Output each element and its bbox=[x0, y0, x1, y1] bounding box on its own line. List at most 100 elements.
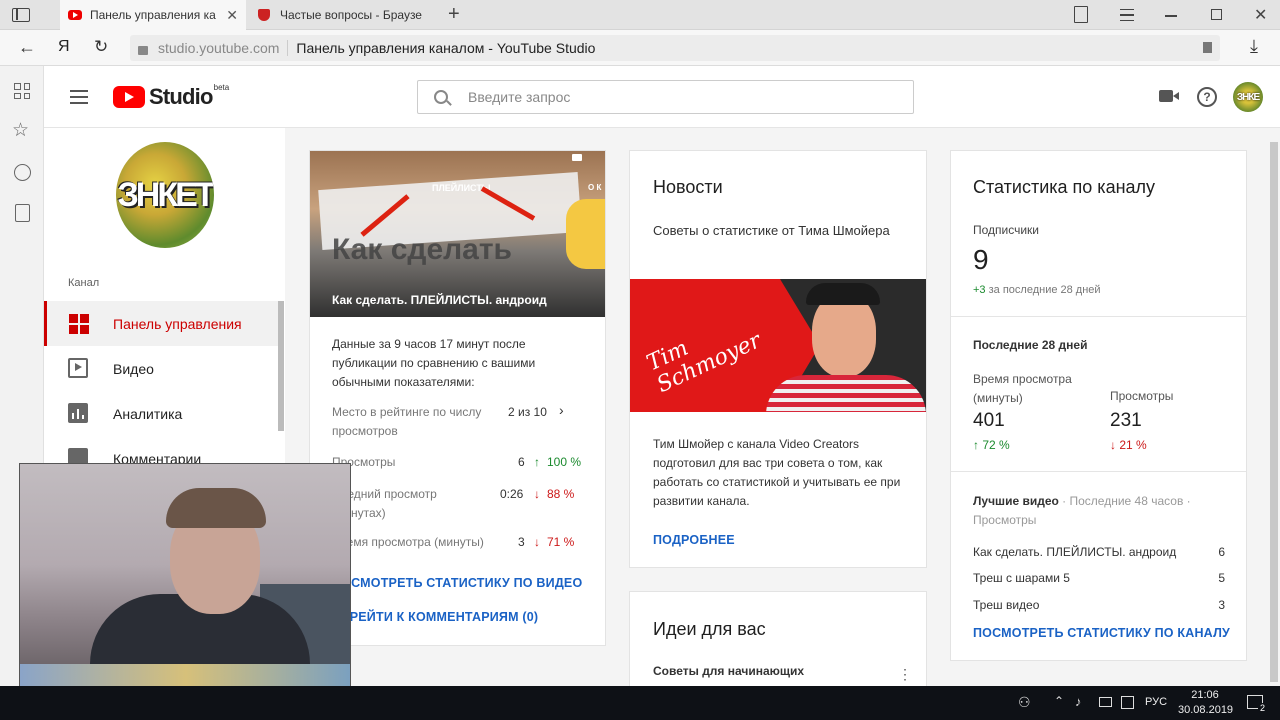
analytics-icon bbox=[68, 403, 88, 423]
views-row: Просмотры 6 ↑ 100 % bbox=[332, 455, 582, 469]
search-box[interactable]: Введите запрос bbox=[417, 80, 914, 114]
tab-title: Частые вопросы - Браузе bbox=[280, 8, 422, 22]
row-change: 71 % bbox=[547, 535, 575, 549]
search-input[interactable]: Введите запрос bbox=[468, 89, 570, 105]
news-subtitle[interactable]: Советы о статистике от Тима Шмойера bbox=[653, 219, 893, 242]
youtube-play-icon bbox=[113, 86, 145, 108]
restore-icon[interactable] bbox=[1211, 9, 1222, 20]
tab-faq[interactable]: Частые вопросы - Браузе bbox=[250, 0, 436, 30]
bookmark-icon[interactable] bbox=[1203, 42, 1212, 53]
minimize-icon[interactable] bbox=[1165, 15, 1177, 17]
arrow-down-icon: ↓ bbox=[534, 487, 540, 501]
news-card: Новости Советы о статистике от Тима Шмой… bbox=[629, 150, 927, 568]
help-icon[interactable]: ? bbox=[1197, 87, 1217, 107]
history-icon[interactable] bbox=[14, 164, 31, 181]
news-image[interactable]: Tim Schmoyer bbox=[630, 279, 926, 412]
sidebar-item-video[interactable]: Видео bbox=[44, 346, 279, 391]
list-item[interactable]: Как сделать. ПЛЕЙЛИСТЫ. андроид 6 bbox=[973, 545, 1225, 559]
youtube-studio-logo[interactable]: Studio beta bbox=[113, 83, 229, 111]
comments-link[interactable]: ПЕРЕЙТИ К КОММЕНТАРИЯМ (0) bbox=[332, 610, 538, 624]
video-stats-link[interactable]: ПОСМОТРЕТЬ СТАТИСТИКУ ПО ВИДЕО bbox=[332, 576, 582, 590]
sidebar-scrollbar[interactable] bbox=[278, 301, 284, 431]
sidebar-item-dashboard[interactable]: Панель управления bbox=[44, 301, 279, 346]
notification-app-icon[interactable] bbox=[1121, 696, 1134, 709]
browser-tab-bar: Панель управления ка ✕ Частые вопросы - … bbox=[0, 0, 1280, 30]
row-value: 6 bbox=[518, 455, 525, 469]
clock-time: 21:06 bbox=[1191, 689, 1219, 701]
address-bar: ← Я ↻ studio.youtube.com Панель управлен… bbox=[0, 30, 1280, 66]
apps-grid-icon[interactable] bbox=[14, 83, 30, 99]
star-icon[interactable]: ☆ bbox=[12, 119, 29, 142]
yandex-logo[interactable]: Я bbox=[58, 38, 70, 56]
best-video-title: Как сделать. ПЛЕЙЛИСТЫ. андроид bbox=[973, 545, 1177, 559]
sidebar-item-analytics[interactable]: Аналитика bbox=[44, 391, 279, 436]
logo-text: Studio bbox=[149, 84, 213, 109]
video-stats-description: Данные за 9 часов 17 минут после публика… bbox=[332, 337, 536, 389]
views-change: 21 % bbox=[1119, 438, 1147, 452]
stats-title: Статистика по каналу bbox=[973, 177, 1156, 197]
channel-avatar[interactable]: ЗНКЕТ bbox=[116, 142, 214, 248]
close-window-icon[interactable]: ✕ bbox=[1254, 5, 1267, 25]
views-label: Просмотры bbox=[1110, 389, 1174, 403]
row-label: Время просмотра (минуты) bbox=[332, 535, 484, 549]
best-video-title: Треш видео bbox=[973, 598, 1040, 612]
close-tab-icon[interactable]: ✕ bbox=[226, 7, 238, 24]
ideas-subtitle[interactable]: Советы для начинающих bbox=[653, 664, 804, 678]
account-avatar[interactable]: ЗНКЕ bbox=[1233, 82, 1263, 112]
download-icon[interactable]: ⤓ bbox=[1250, 36, 1258, 57]
views-change-row: ↓ 21 % bbox=[1110, 438, 1147, 452]
sidebar-item-label: Панель управления bbox=[113, 315, 242, 332]
ranking-row[interactable]: Место в рейтинге по числу просмотров 2 и… bbox=[332, 402, 582, 441]
arrow-down-icon: ↓ bbox=[534, 535, 540, 549]
volume-icon[interactable]: ♪ bbox=[1075, 694, 1082, 709]
search-icon bbox=[434, 90, 452, 106]
subscribers-change: +3 bbox=[973, 284, 986, 296]
best-videos-header: Лучшие видео · Последние 48 часов · Прос… bbox=[973, 492, 1233, 530]
hamburger-menu-icon[interactable] bbox=[70, 90, 88, 104]
people-icon[interactable]: ⚇ bbox=[1018, 694, 1031, 711]
heart-sticker-icon bbox=[566, 199, 605, 269]
video-icon bbox=[68, 358, 88, 378]
channel-section-label: Канал bbox=[68, 277, 100, 289]
clock[interactable]: 21:06 30.08.2019 bbox=[1178, 688, 1233, 718]
bookmarks-icon[interactable] bbox=[1074, 6, 1088, 23]
reload-icon[interactable]: ↻ bbox=[94, 37, 108, 57]
watch-time-value: 401 bbox=[973, 410, 1005, 431]
news-more-link[interactable]: ПОДРОБНЕЕ bbox=[653, 533, 735, 547]
back-icon[interactable]: ← bbox=[18, 37, 36, 58]
url-domain: studio.youtube.com bbox=[158, 40, 289, 56]
arrow-up-icon: ↑ bbox=[534, 455, 540, 469]
search-page-icon[interactable] bbox=[15, 204, 30, 222]
youtube-favicon-icon bbox=[68, 10, 82, 20]
new-tab-icon[interactable]: + bbox=[448, 3, 460, 26]
menu-icon[interactable] bbox=[1120, 9, 1134, 21]
subscribers-period: за последние 28 дней bbox=[988, 284, 1101, 296]
channel-stats-link[interactable]: ПОСМОТРЕТЬ СТАТИСТИКУ ПО КАНАЛУ bbox=[973, 626, 1230, 640]
list-item[interactable]: Треш видео 3 bbox=[973, 598, 1225, 612]
more-options-icon[interactable]: ⋮ bbox=[898, 667, 912, 681]
chevron-right-icon: › bbox=[559, 402, 564, 418]
best-video-views: 6 bbox=[1218, 545, 1225, 559]
video-thumbnail[interactable]: ПЛЕЙЛИСТЫ О К Как сделать Как сделать. П… bbox=[310, 151, 605, 317]
divider bbox=[951, 316, 1246, 317]
lock-icon bbox=[138, 45, 148, 55]
sidebar-toggle-icon[interactable] bbox=[12, 8, 30, 22]
watch-time-label: Время просмотра (минуты) bbox=[973, 372, 1072, 405]
create-video-icon[interactable] bbox=[1159, 90, 1179, 102]
language-indicator[interactable]: РУС bbox=[1145, 696, 1167, 708]
ideas-title: Идеи для вас bbox=[653, 619, 766, 639]
video-title[interactable]: Как сделать. ПЛЕЙЛИСТЫ. андроид bbox=[332, 293, 547, 307]
best-video-views: 3 bbox=[1218, 598, 1225, 612]
page-scrollbar[interactable] bbox=[1270, 142, 1278, 682]
best-videos-title: Лучшие видео bbox=[973, 494, 1059, 508]
tab-youtube-studio[interactable]: Панель управления ка ✕ bbox=[60, 0, 246, 30]
news-body: Тим Шмойер с канала Video Creators подго… bbox=[653, 437, 901, 508]
url-field[interactable]: studio.youtube.com Панель управления кан… bbox=[130, 35, 1220, 61]
list-item[interactable]: Треш с шарами 5 5 bbox=[973, 571, 1225, 585]
notification-count: 2 bbox=[1258, 703, 1268, 713]
thumbnail-overlay-text: Как сделать bbox=[332, 233, 512, 266]
tray-chevron-up-icon[interactable]: ⌃ bbox=[1054, 694, 1064, 708]
network-icon[interactable] bbox=[1099, 697, 1112, 707]
studio-header: Studio beta Введите запрос ? ЗНКЕ bbox=[44, 66, 1280, 128]
thumbnail-corner-text: О К bbox=[588, 183, 602, 192]
